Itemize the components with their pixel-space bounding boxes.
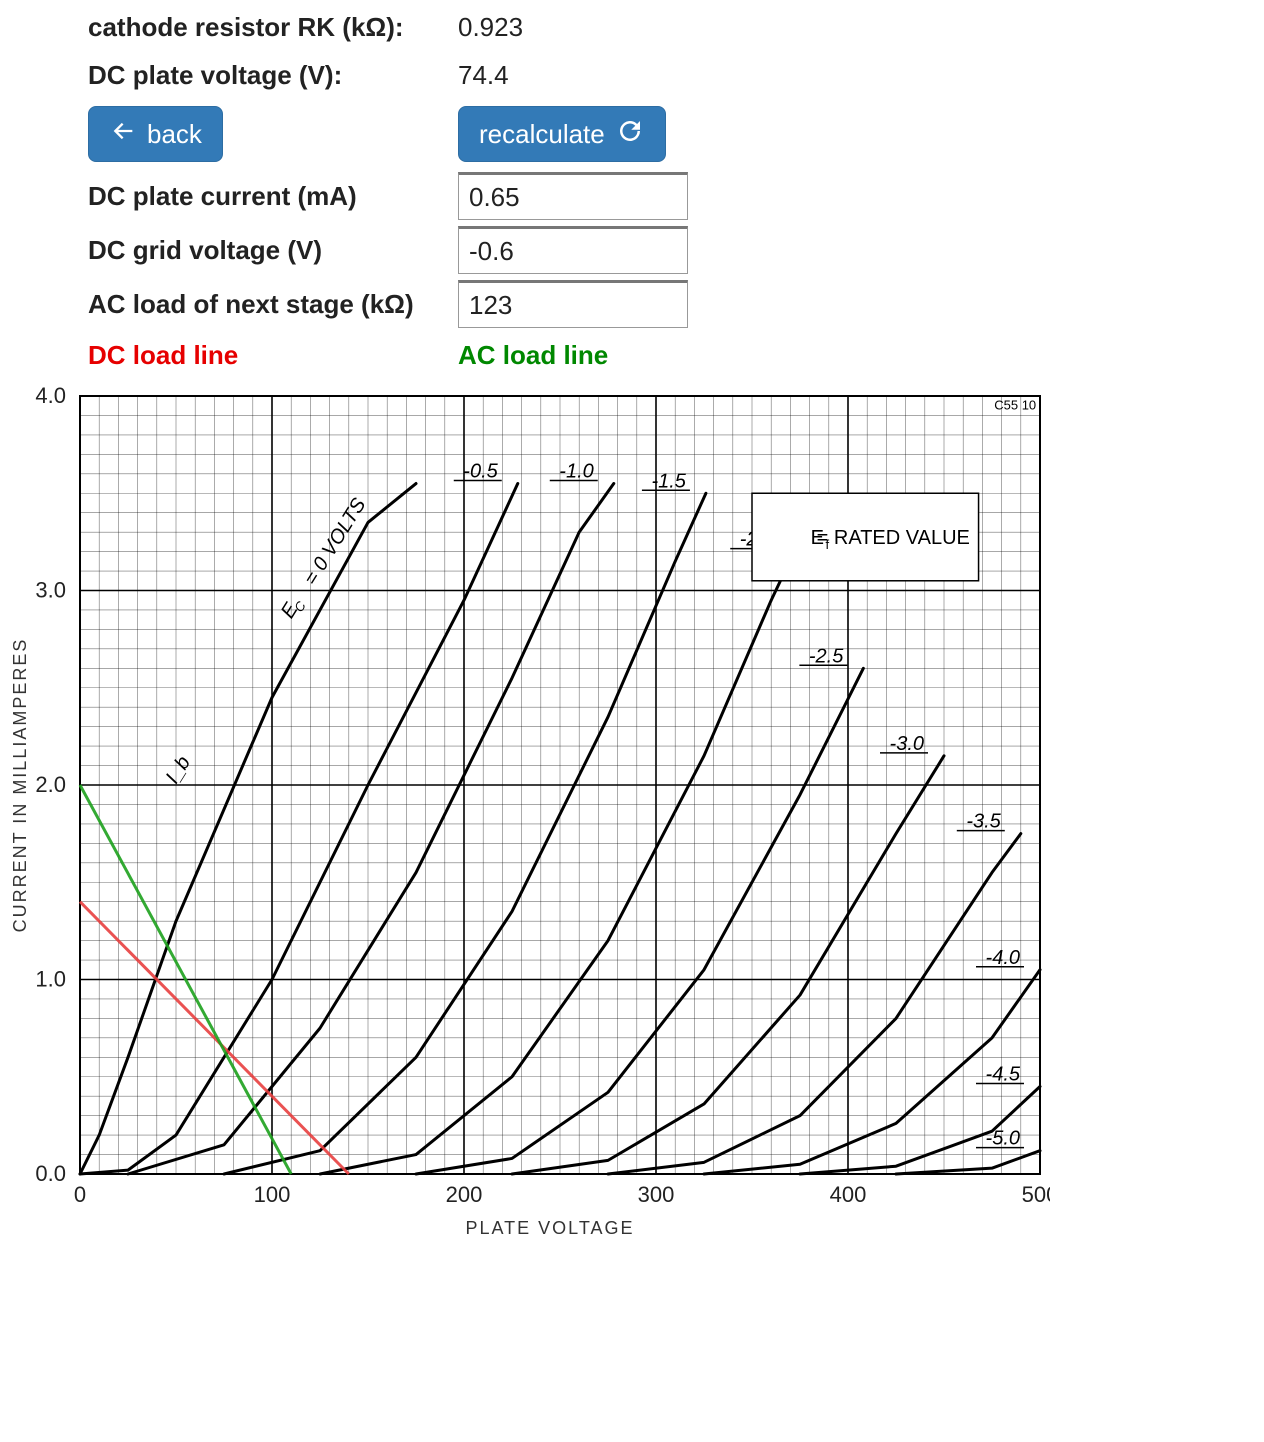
svg-text:100: 100 — [254, 1182, 291, 1207]
svg-text:0.0: 0.0 — [35, 1161, 66, 1186]
svg-text:-4.0: -4.0 — [986, 947, 1020, 969]
back-button-label: back — [147, 119, 202, 150]
recalculate-button-label: recalculate — [479, 119, 605, 150]
ac-load-input[interactable] — [458, 280, 688, 328]
svg-text:2.0: 2.0 — [35, 772, 66, 797]
cathode-resistor-label: cathode resistor RK (kΩ): — [88, 12, 458, 43]
svg-text:300: 300 — [638, 1182, 675, 1207]
svg-text:CURRENT IN MILLIAMPERES: CURRENT IN MILLIAMPERES — [10, 638, 30, 933]
svg-text:-1.5: -1.5 — [651, 470, 686, 492]
svg-text:-3.0: -3.0 — [890, 733, 924, 755]
svg-text:3.0: 3.0 — [35, 578, 66, 603]
dc-load-line-legend: DC load line — [88, 340, 458, 371]
svg-text:-3.5: -3.5 — [966, 811, 1001, 833]
dc-plate-voltage-label: DC plate voltage (V): — [88, 60, 458, 91]
svg-text:200: 200 — [446, 1182, 483, 1207]
ac-load-label: AC load of next stage (kΩ) — [88, 280, 458, 328]
dc-plate-voltage-value: 74.4 — [458, 60, 509, 91]
dc-grid-voltage-label: DC grid voltage (V) — [88, 226, 458, 274]
svg-text:-0.5: -0.5 — [463, 461, 498, 483]
svg-text:4.0: 4.0 — [35, 384, 66, 408]
arrow-left-icon — [109, 117, 137, 152]
svg-text:1.0: 1.0 — [35, 967, 66, 992]
svg-text:400: 400 — [830, 1182, 867, 1207]
cathode-resistor-value: 0.923 — [458, 12, 523, 43]
back-button[interactable]: back — [88, 106, 223, 162]
svg-text:-4.5: -4.5 — [986, 1063, 1021, 1085]
svg-text:0: 0 — [74, 1182, 86, 1207]
svg-text:-2.5: -2.5 — [809, 645, 844, 667]
plate-characteristics-chart: 0 100 200 300 400 500 0.0 1.0 2.0 3.0 4.0 CURRENT I… — [10, 384, 1050, 1274]
svg-text:= RATED VALUE: = RATED VALUE — [817, 527, 970, 549]
svg-text:-1.0: -1.0 — [559, 461, 593, 483]
svg-text:C55 10: C55 10 — [994, 398, 1036, 413]
svg-text:500: 500 — [1022, 1182, 1050, 1207]
refresh-icon — [615, 116, 645, 153]
ac-load-line-legend: AC load line — [458, 340, 608, 371]
dc-plate-current-input[interactable] — [458, 172, 688, 220]
chart-x-label: PLATE VOLTAGE — [50, 1218, 1050, 1239]
dc-plate-current-label: DC plate current (mA) — [88, 172, 458, 220]
svg-text:I_b: I_b — [162, 752, 195, 787]
svg-text:-5.0: -5.0 — [986, 1128, 1020, 1150]
dc-grid-voltage-input[interactable] — [458, 226, 688, 274]
recalculate-button[interactable]: recalculate — [458, 106, 666, 162]
